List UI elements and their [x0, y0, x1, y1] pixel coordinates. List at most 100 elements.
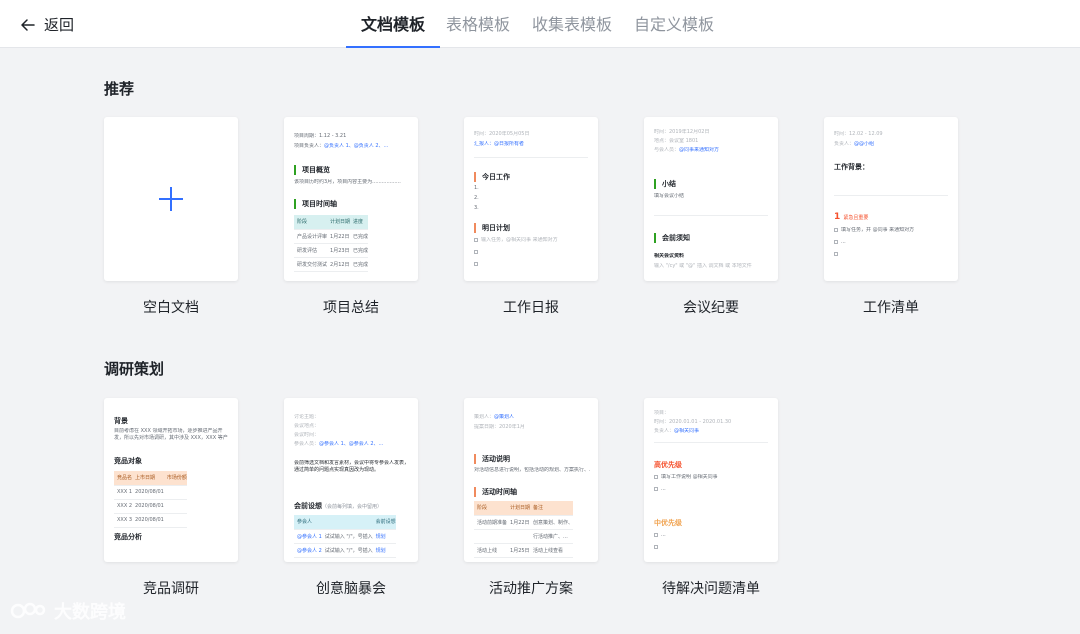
preview-table: 竞品名 上市日期 市场份额 XXX 1 2020/08/01 XXX 2 2020/08…: [114, 471, 187, 528]
preview-text: 相关会议资料: [654, 253, 685, 259]
template-card-competitor-research[interactable]: 背景 目前考虑在 XXX 领域开拓市场，逐步推进产品开发，所以先对市场调研，其中…: [104, 398, 238, 597]
template-thumbnail: 策划人：@策划人 提案日期：2020年1月 活动说明 对活动信息进行说明，包括活…: [464, 398, 598, 562]
template-thumbnail: 时间：2020年05月05日 汇报人：@日报所有者 今日工作 1. 2. 3. …: [464, 117, 598, 281]
template-name: 创意脑暴会: [316, 581, 386, 597]
preview-heading: 明日计划: [474, 223, 510, 233]
preview-heading: 活动时间轴: [474, 487, 517, 497]
preview-text: 汇报人：@日报所有者: [474, 141, 525, 147]
template-name: 待解决问题清单: [662, 581, 760, 597]
template-card-meeting-minutes[interactable]: 时间：2019年12月02日 地点：会议室 1801 与会人员：@同事来通知对方…: [644, 117, 778, 316]
preview-heading: 会前须知: [654, 233, 690, 243]
preview-text: 输入 "/cy" 或 "@" 插入 调文档 或 本地文件: [654, 263, 752, 269]
preview-text: 会议时间：: [294, 432, 320, 438]
preview-heading: 中优先级: [654, 519, 682, 527]
template-thumbnail: 背景 目前考虑在 XXX 领域开拓市场，逐步推进产品开发，所以先对市场调研，其中…: [104, 398, 238, 562]
preview-text: 策划人：@策划人: [474, 414, 515, 420]
preview-heading: 活动说明: [474, 454, 510, 464]
preview-divider: [474, 157, 588, 158]
template-thumbnail: 时间：12.02 - 12.09 负责人：@@小组 工作背景： 1 紧急且重要 …: [824, 117, 958, 281]
template-thumbnail: 讨论主题： 会议地点： 会议时间： 参会人员：@参会人 1、@参会人 2、...…: [284, 398, 418, 562]
preview-text: 填写会议小结: [654, 193, 685, 199]
preview-table: 阶段 计划日期 备注 活动前期准备 1月22日 创意策划、制作、 行活动推广、... 活…: [474, 501, 574, 558]
template-card-blank[interactable]: 空白文档: [104, 117, 238, 316]
preview-heading: 工作背景：: [834, 163, 869, 171]
preview-heading: 项目概览: [294, 165, 330, 175]
preview-text: ...: [654, 486, 770, 493]
preview-text: 提案日期：2020年1月: [474, 424, 525, 430]
preview-text: 目前考虑在 XXX 领域开拓市场，逐步推进产品开发，所以先对市场调研，其中涉及 …: [114, 428, 228, 441]
preview-table: 阶段 计划日期 进度 产品设计评审 1月22日 已完成 研发评估 1月23日 已完成 研发交…: [294, 215, 369, 272]
preview-text: 时间：2020.01.01 - 2020.01.30: [654, 419, 732, 425]
preview-heading: 竞品分析: [114, 533, 142, 541]
preview-text: 3.: [474, 205, 479, 211]
template-tabs: 文档模板 表格模板 收集表模板 自定义模板: [346, 0, 736, 48]
preview-text: 负责人：@@小组: [834, 141, 875, 147]
template-name: 空白文档: [143, 300, 199, 316]
template-name: 竞品调研: [143, 581, 199, 597]
template-name: 项目总结: [323, 300, 379, 316]
preview-table: 参会人 会前设想 @参会人 1 试试输入 "/"，号插入 规划 @参会人 2 试试输入 …: [294, 515, 396, 558]
tab-form-templates[interactable]: 收集表模板: [532, 0, 612, 48]
preview-text: 与会人员：@同事来通知对方: [654, 147, 720, 153]
template-name: 工作日报: [503, 300, 559, 316]
arrow-left-icon: [21, 18, 35, 31]
preview-heading: 会前设想（会前每列填，会中留用）: [294, 502, 383, 510]
watermark-logo-icon: [10, 602, 46, 619]
template-card-brainstorm[interactable]: 讨论主题： 会议地点： 会议时间： 参会人员：@参会人 1、@参会人 2、...…: [284, 398, 418, 597]
preview-checkbox: [654, 544, 770, 551]
preview-text: ...: [654, 532, 770, 539]
preview-checkbox: [834, 251, 950, 258]
preview-text: 时间：2019年12月02日: [654, 129, 710, 135]
tab-custom-templates[interactable]: 自定义模板: [634, 0, 714, 48]
template-card-campaign-plan[interactable]: 策划人：@策划人 提案日期：2020年1月 活动说明 对活动信息进行说明，包括活…: [464, 398, 598, 597]
template-card-work-checklist[interactable]: 时间：12.02 - 12.09 负责人：@@小组 工作背景： 1 紧急且重要 …: [824, 117, 958, 316]
preview-text: 地点：会议室 1801: [654, 138, 699, 144]
preview-heading: 竞品对象: [114, 457, 142, 465]
preview-checkbox: [474, 249, 590, 256]
preview-text: 该项目历时约3月，项目内容主要为..................: [294, 179, 401, 185]
watermark: 大数跨境: [10, 598, 126, 624]
preview-text: 时间：2020年05月05日: [474, 131, 530, 137]
preview-text: 项目：: [654, 410, 670, 416]
template-thumbnail: 项目周期：1.12 - 3.21 项目负责人：@负责人 1、@负责人 2、...…: [284, 117, 418, 281]
preview-checkbox: [474, 261, 590, 268]
preview-divider: [654, 442, 768, 443]
section-title-recommend: 推荐: [104, 80, 135, 98]
template-card-issues-list[interactable]: 项目： 时间：2020.01.01 - 2020.01.30 负责人：@相关同事…: [644, 398, 778, 597]
preview-text: 项目周期：1.12 - 3.21: [294, 133, 347, 139]
tab-doc-templates[interactable]: 文档模板: [346, 0, 441, 48]
plus-icon: [159, 187, 183, 211]
preview-text: 填写工作说明 @相关同事: [654, 474, 770, 481]
template-thumbnail: [104, 117, 238, 281]
preview-text: 1 紧急且重要: [834, 212, 869, 222]
template-card-daily-report[interactable]: 时间：2020年05月05日 汇报人：@日报所有者 今日工作 1. 2. 3. …: [464, 117, 598, 316]
template-card-project-summary[interactable]: 项目周期：1.12 - 3.21 项目负责人：@负责人 1、@负责人 2、...…: [284, 117, 418, 316]
preview-text: 项目负责人：@负责人 1、@负责人 2、...: [294, 143, 389, 149]
template-name: 活动推广方案: [489, 581, 573, 597]
preview-text: 输入任务，@相关同事 来通知对方: [474, 237, 590, 244]
preview-text: 参会人员：@参会人 1、@参会人 2、...: [294, 441, 384, 447]
preview-heading: 项目时间轴: [294, 199, 337, 209]
tab-sheet-templates[interactable]: 表格模板: [446, 0, 510, 48]
preview-text: ...: [834, 239, 950, 246]
top-bar: 返回 文档模板 表格模板 收集表模板 自定义模板: [0, 0, 1080, 48]
template-name: 会议纪要: [683, 300, 739, 316]
template-thumbnail: 项目： 时间：2020.01.01 - 2020.01.30 负责人：@相关同事…: [644, 398, 778, 562]
preview-text: 会议地点：: [294, 423, 320, 429]
preview-heading: 小结: [654, 179, 676, 189]
preview-text: 会前筛选文档和发言素材，会议中将专参会人发表，通过简单的问题点实现真因改为现动。: [294, 460, 410, 473]
template-name: 工作清单: [863, 300, 919, 316]
back-button[interactable]: 返回: [20, 14, 74, 35]
section-title-research: 调研策划: [104, 360, 165, 378]
watermark-text: 大数跨境: [54, 602, 126, 623]
preview-text: 对活动信息进行说明，包括活动的规划、方案执行、...: [474, 467, 590, 473]
template-thumbnail: 时间：2019年12月02日 地点：会议室 1801 与会人员：@同事来通知对方…: [644, 117, 778, 281]
preview-text: 1.: [474, 185, 479, 191]
preview-heading: 今日工作: [474, 172, 510, 182]
back-label: 返回: [44, 16, 75, 34]
preview-text: 负责人：@相关同事: [654, 428, 700, 434]
preview-text: 2.: [474, 195, 479, 201]
preview-heading: 高优先级: [654, 461, 682, 469]
preview-text: 填写任务，并 @同事 来通知对方: [834, 227, 950, 234]
preview-divider: [834, 195, 948, 196]
